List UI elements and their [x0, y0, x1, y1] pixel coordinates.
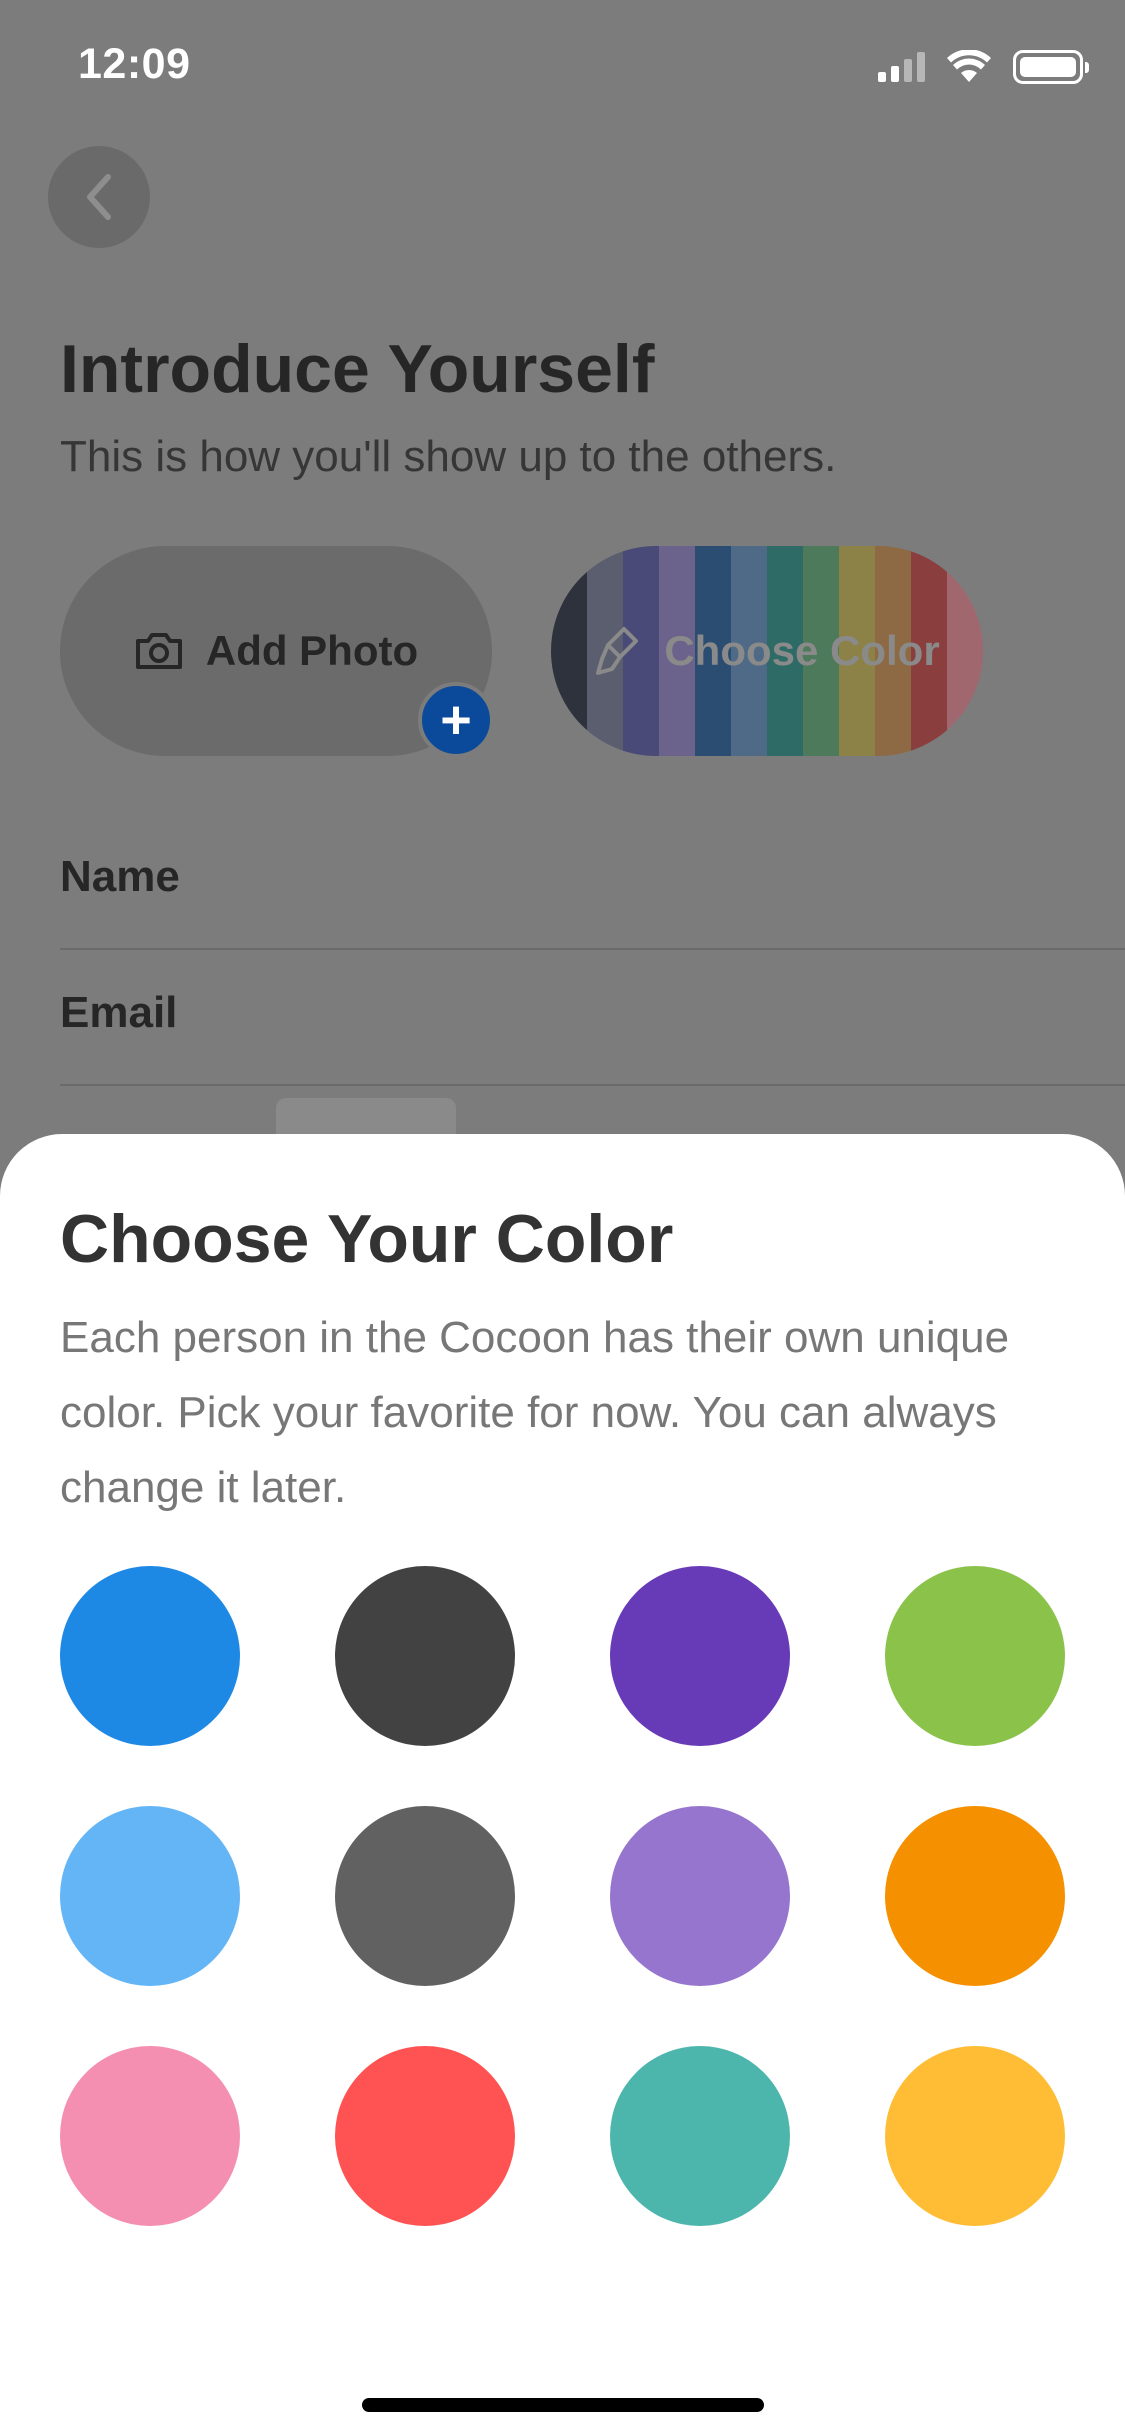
- paintbrush-icon: [596, 627, 639, 675]
- color-swatch-pink[interactable]: [60, 2046, 240, 2226]
- status-bar: 12:09: [0, 0, 1125, 140]
- battery-icon: [1013, 50, 1089, 84]
- home-indicator: [362, 2398, 764, 2412]
- camera-icon: [135, 633, 182, 669]
- sheet-description: Each person in the Cocoon has their own …: [60, 1313, 1010, 1512]
- chevron-left-icon: [87, 174, 111, 220]
- name-label: Name: [60, 852, 180, 901]
- cellular-signal-icon: [878, 52, 925, 82]
- choose-color-label: Choose Color: [664, 627, 940, 674]
- email-label: Email: [60, 988, 178, 1037]
- back-button[interactable]: [48, 146, 150, 248]
- email-field[interactable]: Email: [60, 988, 1125, 1086]
- name-field[interactable]: Name: [60, 852, 1125, 950]
- color-swatch-green[interactable]: [885, 1566, 1065, 1746]
- choose-color-button[interactable]: Choose Color: [551, 546, 983, 756]
- wifi-icon: [947, 50, 991, 82]
- status-time: 12:09: [78, 40, 191, 88]
- page-subtitle: This is how you'll show up to the others…: [60, 432, 837, 481]
- choose-color-content: Choose Color: [551, 546, 983, 756]
- choose-color-sheet: Choose Your Color Each person in the Coc…: [0, 1134, 1125, 2436]
- color-swatch-lavender[interactable]: [610, 1806, 790, 1986]
- color-swatch-gray[interactable]: [335, 1806, 515, 1986]
- add-photo-label: Add Photo: [205, 627, 419, 674]
- color-swatch-red[interactable]: [335, 2046, 515, 2226]
- color-swatch-blue[interactable]: [60, 1566, 240, 1746]
- color-swatch-purple[interactable]: [610, 1566, 790, 1746]
- page-title: Introduce Yourself: [60, 331, 655, 407]
- color-swatch-orange[interactable]: [885, 1806, 1065, 1986]
- color-swatch-grid: [60, 1566, 1066, 2226]
- color-swatch-yellow[interactable]: [885, 2046, 1065, 2226]
- sheet-title: Choose Your Color: [60, 1201, 674, 1277]
- add-photo-plus-icon[interactable]: +: [418, 682, 494, 758]
- obscured-chip: [276, 1098, 456, 1138]
- color-swatch-teal[interactable]: [610, 2046, 790, 2226]
- status-icons: [878, 50, 1089, 84]
- color-swatch-dark-gray[interactable]: [335, 1566, 515, 1746]
- color-swatch-light-blue[interactable]: [60, 1806, 240, 1986]
